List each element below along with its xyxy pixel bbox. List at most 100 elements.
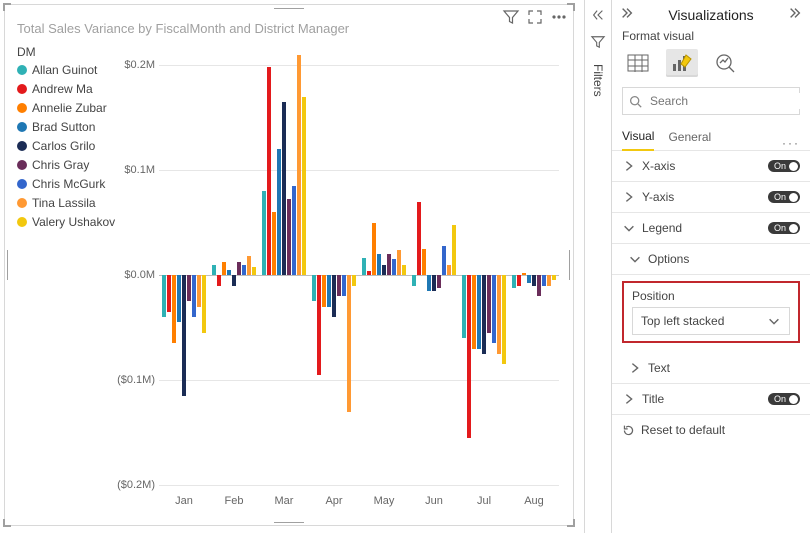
search-field[interactable] bbox=[622, 87, 800, 115]
bar[interactable] bbox=[527, 65, 531, 485]
bar[interactable] bbox=[187, 65, 191, 485]
bar[interactable] bbox=[387, 65, 391, 485]
visual-card[interactable]: Total Sales Variance by FiscalMonth and … bbox=[4, 4, 574, 526]
bar[interactable] bbox=[167, 65, 171, 485]
bar[interactable] bbox=[327, 65, 331, 485]
search-input[interactable] bbox=[648, 93, 807, 109]
bar[interactable] bbox=[467, 65, 471, 485]
resize-handle[interactable] bbox=[567, 519, 575, 527]
bar[interactable] bbox=[242, 65, 246, 485]
bar[interactable] bbox=[217, 65, 221, 485]
bar[interactable] bbox=[477, 65, 481, 485]
legend-toggle[interactable]: On bbox=[768, 222, 800, 234]
bar[interactable] bbox=[402, 65, 406, 485]
bar[interactable] bbox=[442, 65, 446, 485]
bar[interactable] bbox=[422, 65, 426, 485]
resize-handle[interactable] bbox=[566, 250, 574, 280]
bar[interactable] bbox=[277, 65, 281, 485]
bar[interactable] bbox=[312, 65, 316, 485]
legend-item[interactable]: Andrew Ma bbox=[17, 82, 115, 96]
legend-item[interactable]: Carlos Grilo bbox=[17, 139, 115, 153]
bar[interactable] bbox=[372, 65, 376, 485]
bar[interactable] bbox=[427, 65, 431, 485]
resize-handle[interactable] bbox=[3, 3, 11, 11]
bar[interactable] bbox=[337, 65, 341, 485]
bar[interactable] bbox=[332, 65, 336, 485]
bar[interactable] bbox=[237, 65, 241, 485]
bar[interactable] bbox=[432, 65, 436, 485]
y-axis-toggle[interactable]: On bbox=[768, 191, 800, 203]
bar[interactable] bbox=[417, 65, 421, 485]
bar[interactable] bbox=[322, 65, 326, 485]
section-title[interactable]: Title On bbox=[612, 384, 810, 415]
resize-handle[interactable] bbox=[274, 4, 304, 12]
section-legend-options[interactable]: Options bbox=[612, 244, 810, 275]
title-toggle[interactable]: On bbox=[768, 393, 800, 405]
legend-position-select[interactable]: Top left stacked bbox=[632, 307, 790, 335]
bar[interactable] bbox=[367, 65, 371, 485]
resize-handle[interactable] bbox=[567, 3, 575, 11]
bar[interactable] bbox=[492, 65, 496, 485]
bar[interactable] bbox=[287, 65, 291, 485]
bar[interactable] bbox=[182, 65, 186, 485]
reset-to-default[interactable]: Reset to default bbox=[612, 415, 810, 445]
bar[interactable] bbox=[397, 65, 401, 485]
bar[interactable] bbox=[487, 65, 491, 485]
bar[interactable] bbox=[222, 65, 226, 485]
bar[interactable] bbox=[382, 65, 386, 485]
bar[interactable] bbox=[362, 65, 366, 485]
bar[interactable] bbox=[202, 65, 206, 485]
focus-mode-icon[interactable] bbox=[527, 9, 543, 30]
bar[interactable] bbox=[302, 65, 306, 485]
bar[interactable] bbox=[532, 65, 536, 485]
bar[interactable] bbox=[472, 65, 476, 485]
bar[interactable] bbox=[282, 65, 286, 485]
bar[interactable] bbox=[262, 65, 266, 485]
legend-item[interactable]: Tina Lassila bbox=[17, 196, 115, 210]
resize-handle[interactable] bbox=[274, 518, 304, 526]
bar[interactable] bbox=[342, 65, 346, 485]
bar[interactable] bbox=[192, 65, 196, 485]
legend-item[interactable]: Chris Gray bbox=[17, 158, 115, 172]
bar[interactable] bbox=[352, 65, 356, 485]
tab-visual[interactable]: Visual bbox=[622, 123, 654, 151]
tab-general[interactable]: General bbox=[668, 124, 711, 150]
bar[interactable] bbox=[517, 65, 521, 485]
build-visual-icon[interactable] bbox=[622, 49, 654, 77]
bar[interactable] bbox=[392, 65, 396, 485]
bar[interactable] bbox=[447, 65, 451, 485]
bar[interactable] bbox=[232, 65, 236, 485]
legend-item[interactable]: Valery Ushakov bbox=[17, 215, 115, 229]
bar[interactable] bbox=[317, 65, 321, 485]
bar[interactable] bbox=[197, 65, 201, 485]
section-y-axis[interactable]: Y-axis On bbox=[612, 182, 810, 213]
expand-left-icon[interactable] bbox=[591, 8, 605, 27]
bar[interactable] bbox=[227, 65, 231, 485]
bar[interactable] bbox=[412, 65, 416, 485]
bar[interactable] bbox=[547, 65, 551, 485]
bar[interactable] bbox=[172, 65, 176, 485]
bar[interactable] bbox=[272, 65, 276, 485]
section-x-axis[interactable]: X-axis On bbox=[612, 151, 810, 182]
bar[interactable] bbox=[482, 65, 486, 485]
bar[interactable] bbox=[437, 65, 441, 485]
bar[interactable] bbox=[522, 65, 526, 485]
bar[interactable] bbox=[252, 65, 256, 485]
x-axis-toggle[interactable]: On bbox=[768, 160, 800, 172]
section-legend-text[interactable]: Text bbox=[612, 353, 810, 384]
bar[interactable] bbox=[212, 65, 216, 485]
legend-item[interactable]: Annelie Zubar bbox=[17, 101, 115, 115]
section-legend[interactable]: Legend On bbox=[612, 213, 810, 244]
bar[interactable] bbox=[267, 65, 271, 485]
bar[interactable] bbox=[542, 65, 546, 485]
bar[interactable] bbox=[552, 65, 556, 485]
chart-plot-area[interactable] bbox=[159, 65, 559, 485]
bar[interactable] bbox=[247, 65, 251, 485]
bar[interactable] bbox=[347, 65, 351, 485]
more-options-icon[interactable] bbox=[551, 9, 567, 30]
format-visual-icon[interactable] bbox=[666, 49, 698, 77]
bar[interactable] bbox=[502, 65, 506, 485]
bar[interactable] bbox=[292, 65, 296, 485]
resize-handle[interactable] bbox=[4, 250, 12, 280]
legend-item[interactable]: Chris McGurk bbox=[17, 177, 115, 191]
